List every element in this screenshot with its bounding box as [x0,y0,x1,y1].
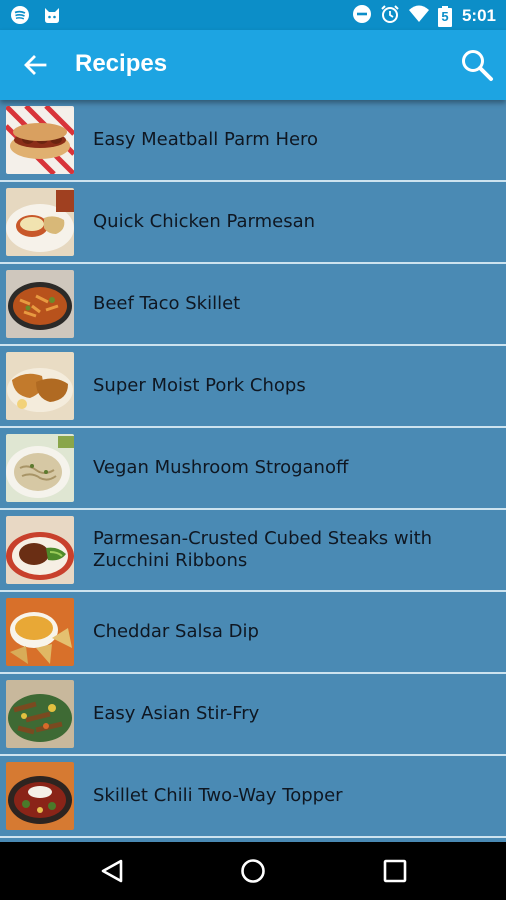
recipe-thumbnail [6,680,74,748]
recipe-name: Easy Asian Stir-Fry [93,703,260,724]
recipe-thumbnail [6,516,74,584]
battery-level: 5 [441,8,449,24]
recipe-thumbnail [6,352,74,420]
page-title: Recipes [75,50,168,77]
recipe-thumbnail [6,762,74,830]
recipe-thumbnail [6,598,74,666]
recipe-list[interactable]: Easy Meatball Parm Hero Quick Chicken Pa… [0,100,506,842]
list-item[interactable]: Cheddar Salsa Dip [0,592,506,674]
recipe-name: Beef Taco Skillet [93,293,241,314]
recipe-name: Super Moist Pork Chops [93,375,306,396]
wifi-icon [408,4,430,28]
list-item[interactable]: Parmesan-Crusted Cubed Steaks with Zucch… [0,510,506,592]
list-item[interactable]: Quick Chicken Parmesan [0,182,506,264]
nav-recents-icon[interactable] [378,854,412,888]
list-item[interactable]: Super Moist Pork Chops [0,346,506,428]
navigation-bar [0,842,506,900]
recipe-name: Easy Meatball Parm Hero [93,129,319,150]
status-bar: 5 5:01 [0,0,506,30]
app-bar: Recipes [0,30,506,100]
recipe-name: Vegan Mushroom Stroganoff [93,457,349,478]
recipe-thumbnail [6,188,74,256]
recipe-name: Parmesan-Crusted Cubed Steaks with Zucch… [93,528,433,571]
recipe-name: Quick Chicken Parmesan [93,211,316,232]
alarm-icon [380,4,400,28]
recipe-thumbnail [6,270,74,338]
search-icon[interactable] [458,46,496,84]
list-item[interactable]: Easy Asian Stir-Fry [0,674,506,756]
recipe-thumbnail [6,106,74,174]
do-not-disturb-icon [352,4,372,28]
recipe-name: Cheddar Salsa Dip [93,621,259,642]
list-item[interactable]: Beef Taco Skillet [0,264,506,346]
list-item[interactable]: Skillet Chili Two-Way Topper [0,756,506,838]
list-item[interactable]: Vegan Mushroom Stroganoff [0,428,506,510]
notification-cat-icon [42,5,62,29]
recipe-name: Skillet Chili Two-Way Topper [93,785,343,806]
recipe-thumbnail [6,434,74,502]
nav-home-icon[interactable] [236,854,270,888]
clock: 5:01 [461,6,496,25]
list-item[interactable]: Easy Meatball Parm Hero [0,100,506,182]
arrow-back-icon[interactable] [18,48,52,82]
nav-back-icon[interactable] [95,854,129,888]
battery-icon: 5 [437,5,452,27]
spotify-icon [10,5,30,29]
